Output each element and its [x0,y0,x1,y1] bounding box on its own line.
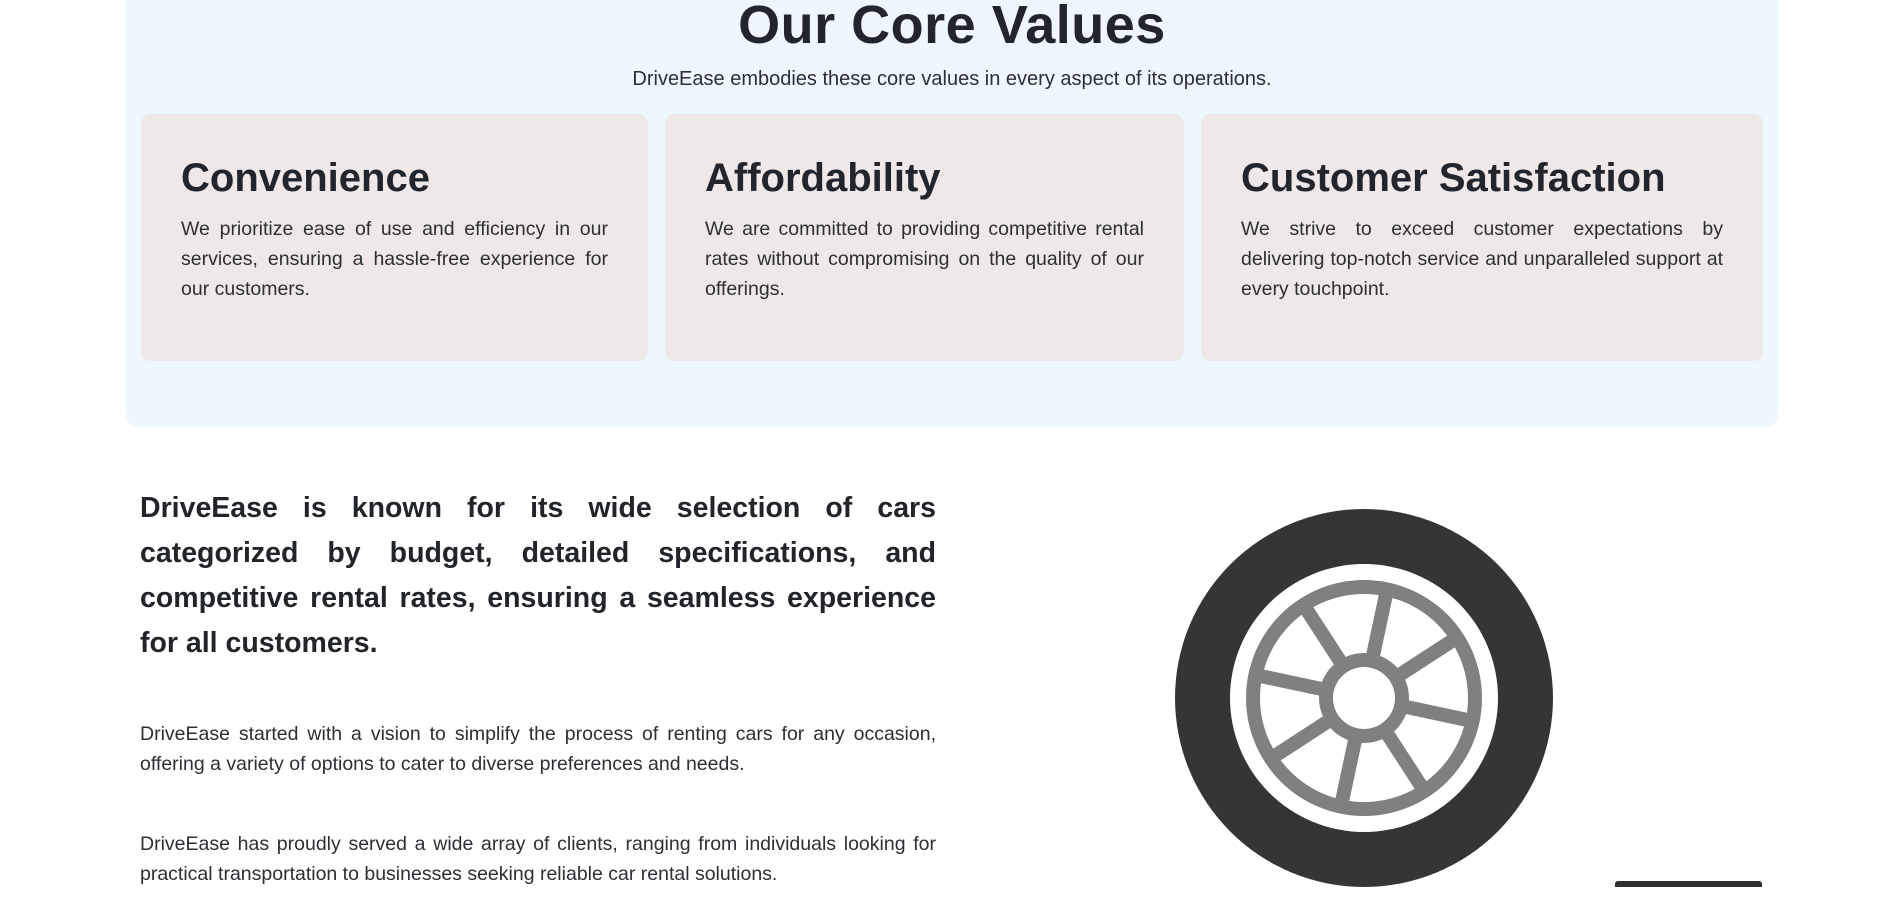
floating-button-edge[interactable] [1615,881,1762,887]
tire-icon [1175,509,1553,887]
value-card-text: We prioritize ease of use and efficiency… [181,218,608,300]
value-card-text: We strive to exceed customer expectation… [1241,218,1723,300]
core-values-title: Our Core Values [738,0,1166,55]
about-paragraph: DriveEase has proudly served a wide arra… [140,833,936,885]
about-lead-text: DriveEase is known for its wide selectio… [140,492,936,659]
core-values-subtitle: DriveEase embodies these core values in … [632,68,1272,90]
about-paragraph: DriveEase started with a vision to simpl… [140,723,936,775]
core-values-section: Our Core Values DriveEase embodies these… [126,0,1778,427]
value-card-convenience: Convenience We prioritize ease of use an… [141,114,648,361]
value-card-title: Affordability [705,156,941,200]
value-card-title: Convenience [181,156,430,200]
value-card-affordability: Affordability We are committed to provid… [665,114,1184,361]
value-card-customer-satisfaction: Customer Satisfaction We strive to excee… [1201,114,1763,361]
value-card-title: Customer Satisfaction [1241,156,1666,200]
value-card-text: We are committed to providing competitiv… [705,218,1144,300]
